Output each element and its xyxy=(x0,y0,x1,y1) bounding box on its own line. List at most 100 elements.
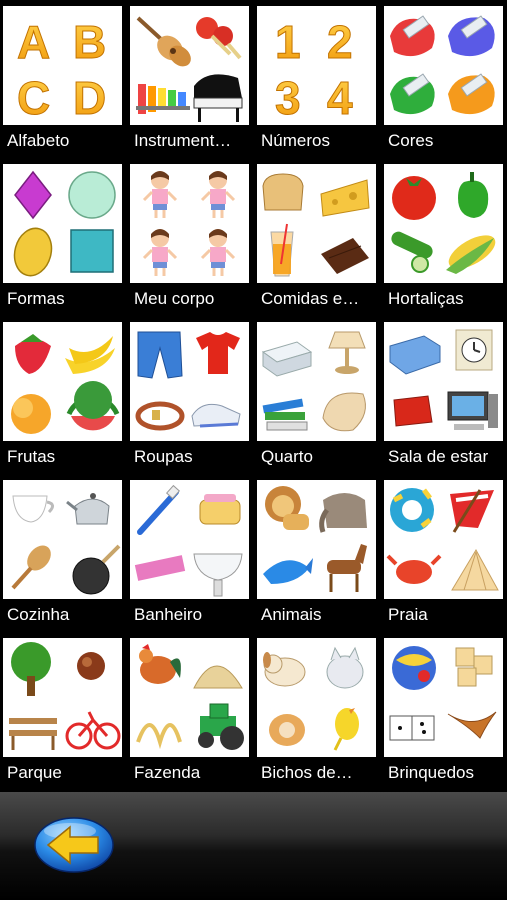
park-icon xyxy=(3,638,122,757)
lamp-icon xyxy=(328,331,366,349)
tile-label: Meu corpo xyxy=(134,289,215,308)
category-grid: A B C D Alfabeto Instrument… 1 2 3 4 Núm… xyxy=(0,0,507,792)
comb-icon xyxy=(134,555,186,581)
tile-label: Parque xyxy=(7,763,62,782)
sink-icon xyxy=(193,553,243,581)
xylophone-icon xyxy=(136,84,190,114)
chestnut-icon xyxy=(77,652,105,680)
tile-roupas[interactable]: Roupas xyxy=(127,316,252,474)
tile-label: Formas xyxy=(7,289,65,308)
bedroom-icon xyxy=(257,322,376,441)
tile-bichos[interactable]: Bichos de… xyxy=(254,632,379,790)
ball-icon xyxy=(392,646,436,690)
tile-formas[interactable]: Formas xyxy=(0,158,125,316)
beach-icon xyxy=(384,480,503,599)
letter-d: D xyxy=(73,72,106,124)
tile-label: Cozinha xyxy=(7,605,70,624)
tile-meu-corpo[interactable]: Meu corpo xyxy=(127,158,252,316)
whale-icon xyxy=(263,560,309,584)
living-room-icon xyxy=(384,322,503,441)
horse-icon xyxy=(327,560,361,574)
farm-icon xyxy=(130,638,249,757)
tile-praia[interactable]: Praia xyxy=(381,474,506,632)
tile-frutas[interactable]: Frutas xyxy=(0,316,125,474)
tile-animais[interactable]: Animais xyxy=(254,474,379,632)
digit-4: 4 xyxy=(327,72,353,124)
haystack-icon xyxy=(193,665,243,689)
pets-icon xyxy=(257,638,376,757)
digit-2: 2 xyxy=(327,16,353,68)
frying-pan-icon xyxy=(72,557,110,595)
letter-c: C xyxy=(17,72,50,124)
jeans-icon xyxy=(137,331,183,379)
bathroom-icon xyxy=(130,480,249,599)
clothes-icon xyxy=(130,322,249,441)
books-icon xyxy=(262,398,304,414)
tile-comidas[interactable]: Comidas e… xyxy=(254,158,379,316)
tile-label: Comidas e… xyxy=(261,289,360,308)
musical-instruments-icon xyxy=(130,6,249,125)
sofa-icon xyxy=(389,335,441,375)
piano-icon xyxy=(193,74,243,122)
maracas-icon xyxy=(196,17,242,60)
tile-label: Brinquedos xyxy=(388,763,475,782)
cucumber-icon xyxy=(391,231,433,259)
back-button[interactable] xyxy=(34,817,114,873)
tile-banheiro[interactable]: Banheiro xyxy=(127,474,252,632)
letter-b: B xyxy=(73,16,106,68)
oval-shape-icon xyxy=(13,227,53,277)
guitar-icon xyxy=(136,16,191,67)
kettle-icon xyxy=(74,498,110,525)
tile-label: Banheiro xyxy=(134,605,203,624)
blocks-icon xyxy=(455,647,475,667)
tile-cozinha[interactable]: Cozinha xyxy=(0,474,125,632)
shapes-icon xyxy=(3,164,122,283)
pillow-icon xyxy=(322,392,366,432)
tile-fazenda[interactable]: Fazenda xyxy=(127,632,252,790)
tile-quarto[interactable]: Quarto xyxy=(254,316,379,474)
tile-label: Instrument… xyxy=(134,131,232,150)
tile-alfabeto[interactable]: A B C D Alfabeto xyxy=(0,0,125,158)
tile-cores[interactable]: Cores xyxy=(381,0,506,158)
tile-label: Bichos de… xyxy=(261,763,353,782)
tile-label: Praia xyxy=(388,605,428,624)
vegetables-icon xyxy=(384,164,503,283)
numbers-icon: 1 2 3 4 xyxy=(257,6,376,125)
food-drinks-icon xyxy=(257,164,376,283)
kitchen-icon xyxy=(3,480,122,599)
animals-icon xyxy=(257,480,376,599)
back-arrow-icon xyxy=(34,817,114,873)
fruits-icon xyxy=(3,322,122,441)
boomerang-icon xyxy=(447,711,497,739)
tile-sala[interactable]: Sala de estar xyxy=(381,316,506,474)
circle-shape-icon xyxy=(68,171,116,219)
paint-tubes-icon xyxy=(384,6,503,125)
digit-3: 3 xyxy=(275,72,301,124)
tile-label: Cores xyxy=(388,131,434,150)
tomato-icon xyxy=(392,176,436,220)
pepper-icon xyxy=(458,180,489,218)
canary-icon xyxy=(335,708,359,740)
tile-label: Fazenda xyxy=(134,763,201,782)
tile-label: Quarto xyxy=(261,447,313,466)
letter-a: A xyxy=(17,16,50,68)
digit-1: 1 xyxy=(275,16,301,68)
wheat-icon xyxy=(136,723,182,750)
diamond-shape-icon xyxy=(14,170,52,220)
tile-label: Frutas xyxy=(7,447,56,466)
bench-icon xyxy=(9,718,57,724)
tile-parque[interactable]: Parque xyxy=(0,632,125,790)
tile-instrumentos[interactable]: Instrument… xyxy=(127,0,252,158)
cat-icon xyxy=(326,655,364,689)
toothbrush-icon xyxy=(137,489,179,535)
tile-numeros[interactable]: 1 2 3 4 Números xyxy=(254,0,379,158)
elephant-icon xyxy=(323,493,367,528)
tile-label: Animais xyxy=(261,605,322,624)
tile-label: Hortaliças xyxy=(388,289,464,308)
telephone-icon xyxy=(393,395,433,427)
tile-brinquedos[interactable]: Brinquedos xyxy=(381,632,506,790)
toys-icon xyxy=(384,638,503,757)
tile-hortalicas[interactable]: Hortaliças xyxy=(381,158,506,316)
crab-icon xyxy=(396,560,432,584)
cup-icon xyxy=(12,495,48,523)
